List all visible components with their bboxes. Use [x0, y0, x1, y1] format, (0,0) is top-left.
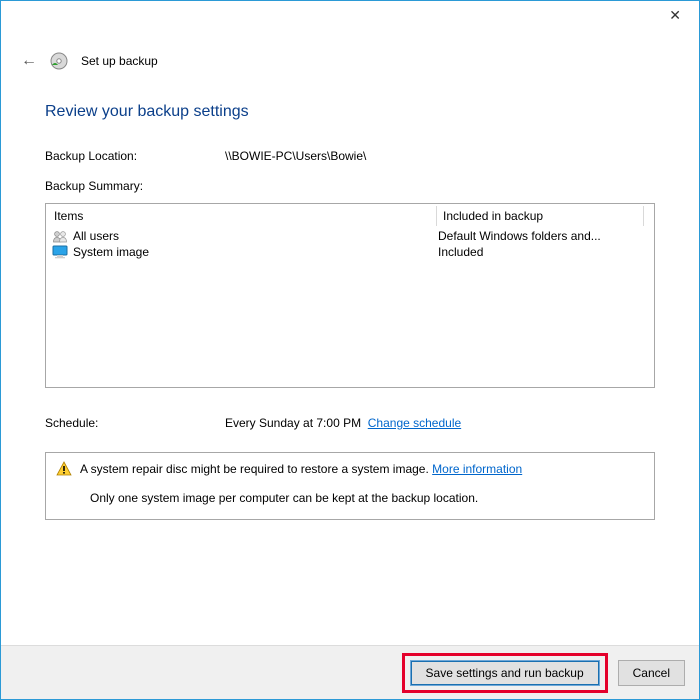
table-row[interactable]: All users Default Windows folders and...	[46, 228, 654, 244]
backup-location-label: Backup Location:	[45, 149, 225, 163]
row-item-label: All users	[73, 229, 119, 243]
warning-icon	[56, 461, 72, 477]
row-included-label: Included	[432, 245, 648, 259]
header-included[interactable]: Included in backup	[437, 206, 644, 226]
info-box: A system repair disc might be required t…	[45, 452, 655, 520]
backup-summary-table: Items Included in backup All users	[45, 203, 655, 388]
monitor-icon	[52, 245, 68, 259]
schedule-label: Schedule:	[45, 416, 225, 430]
close-icon[interactable]: ✕	[669, 7, 681, 24]
table-header: Items Included in backup	[46, 204, 654, 228]
header-items[interactable]: Items	[52, 206, 437, 226]
info-text-1: A system repair disc might be required t…	[80, 462, 522, 476]
wizard-content: Review your backup settings Backup Locat…	[1, 79, 699, 645]
users-icon	[52, 230, 68, 243]
backup-location-row: Backup Location: \\BOWIE-PC\Users\Bowie\	[45, 149, 655, 163]
row-included-label: Default Windows folders and...	[432, 229, 648, 243]
more-information-link[interactable]: More information	[432, 462, 522, 476]
back-arrow-icon[interactable]: ←	[21, 52, 37, 70]
backup-summary-label: Backup Summary:	[45, 179, 655, 193]
schedule-text: Every Sunday at 7:00 PM	[225, 416, 361, 430]
row-item-label: System image	[73, 245, 149, 259]
save-and-run-button[interactable]: Save settings and run backup	[411, 661, 599, 685]
wizard-footer: Save settings and run backup Cancel	[1, 645, 699, 699]
table-row[interactable]: System image Included	[46, 244, 654, 260]
backup-wizard-window: ✕ ← Set up backup Review your backup set…	[0, 0, 700, 700]
info-text-2: Only one system image per computer can b…	[56, 491, 644, 505]
wizard-header: ← Set up backup	[1, 31, 699, 79]
titlebar: ✕	[1, 1, 699, 31]
page-heading: Review your backup settings	[45, 103, 655, 121]
wizard-title: Set up backup	[81, 54, 158, 68]
highlight-annotation: Save settings and run backup	[402, 653, 608, 693]
schedule-row: Schedule: Every Sunday at 7:00 PM Change…	[45, 416, 655, 430]
change-schedule-link[interactable]: Change schedule	[368, 416, 461, 430]
backup-location-value: \\BOWIE-PC\Users\Bowie\	[225, 149, 655, 163]
backup-disc-icon	[49, 51, 69, 71]
schedule-value: Every Sunday at 7:00 PM Change schedule	[225, 416, 655, 430]
cancel-button[interactable]: Cancel	[618, 660, 685, 686]
